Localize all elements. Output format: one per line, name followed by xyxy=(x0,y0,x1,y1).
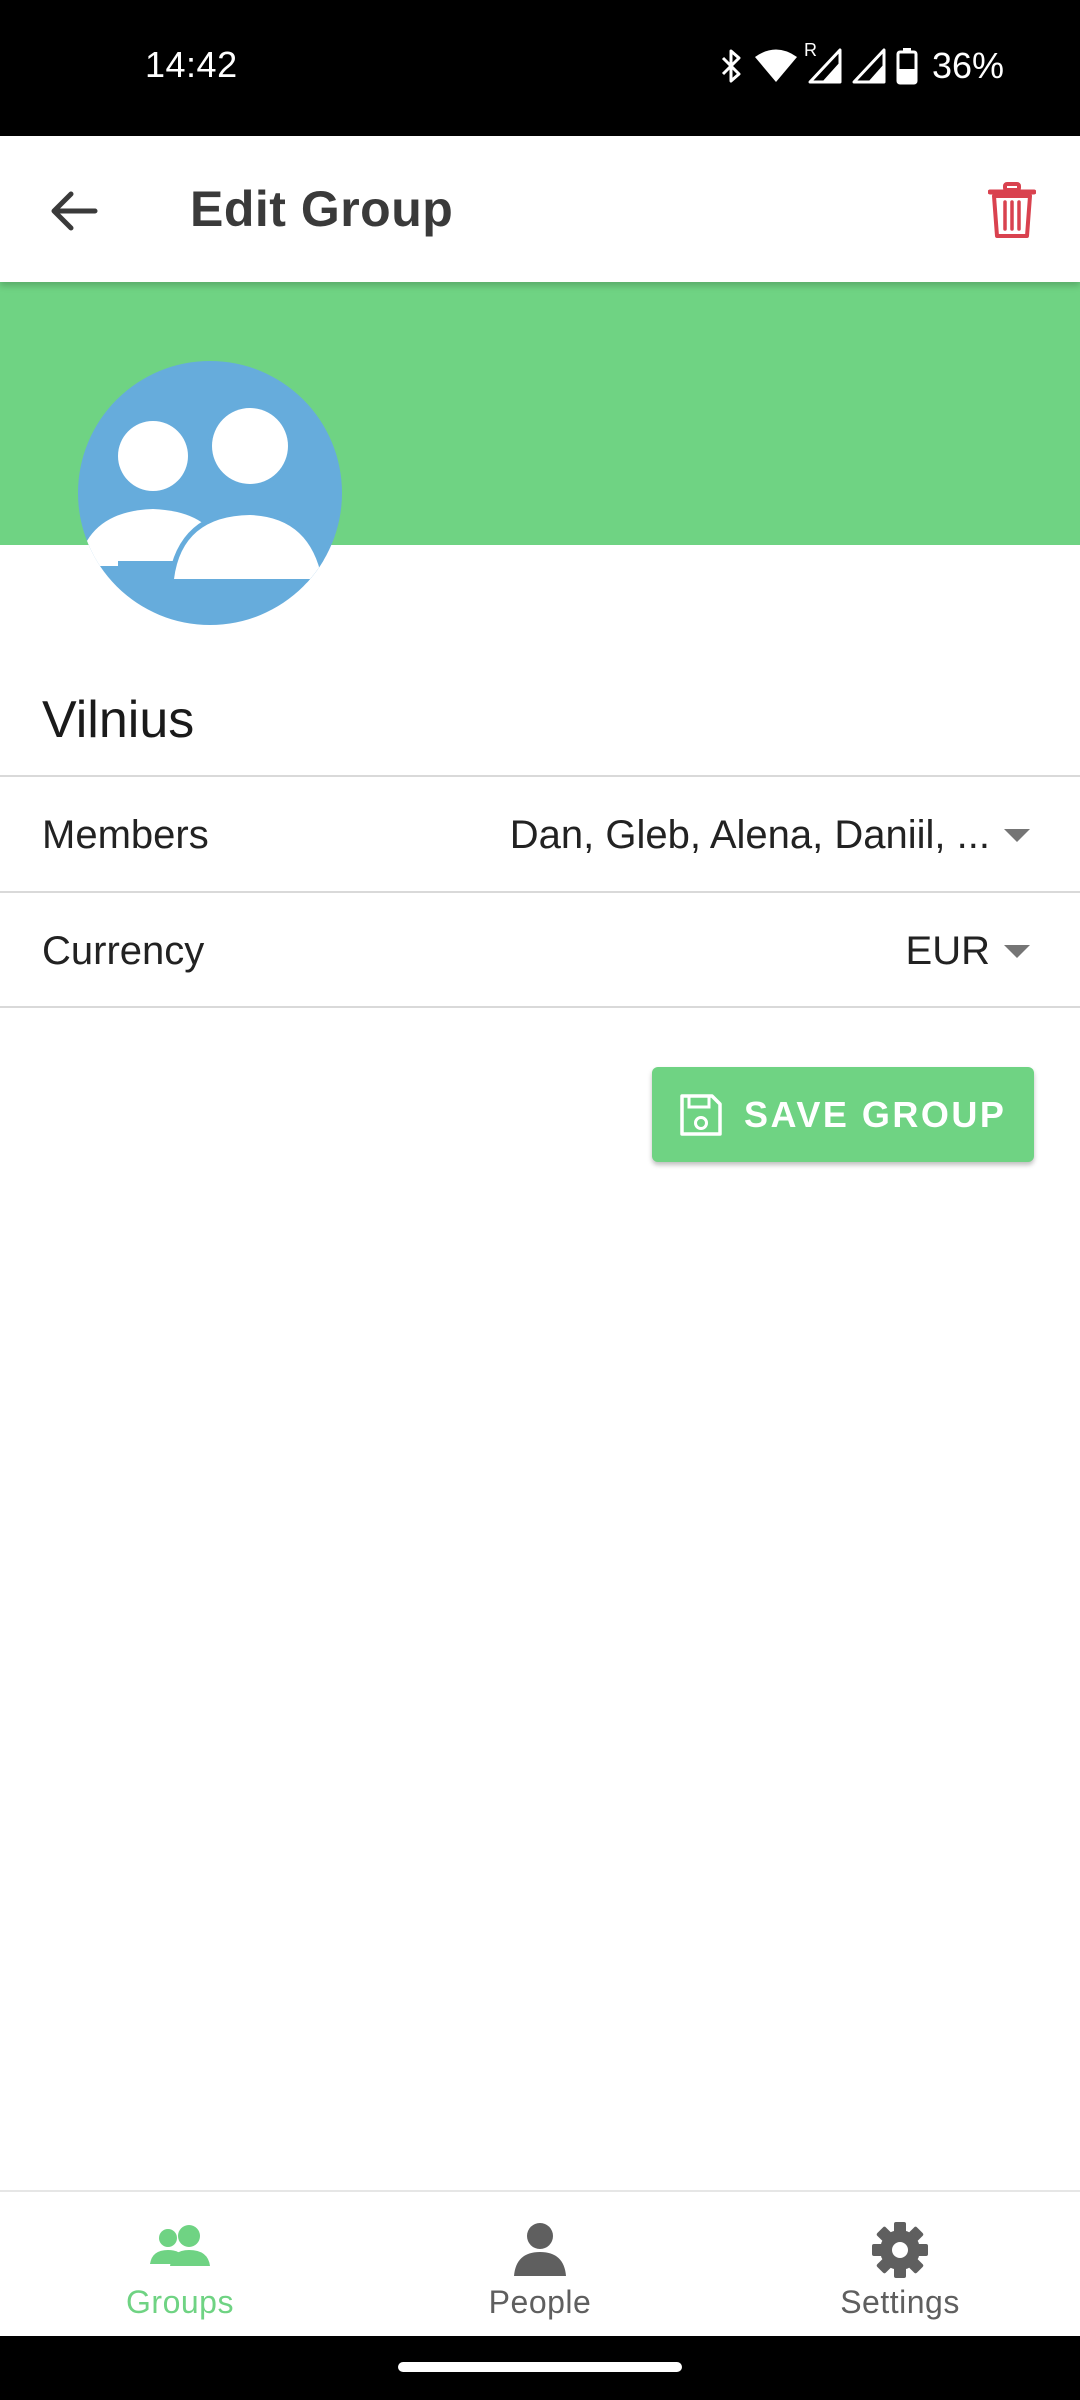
cell-signal-roaming: R xyxy=(804,40,842,84)
save-group-button[interactable]: SAVE GROUP xyxy=(652,1067,1034,1162)
nav-item-people[interactable]: People xyxy=(360,2192,720,2338)
nav-label-people: People xyxy=(488,2284,592,2320)
status-bar: 14:42 R 36% xyxy=(0,0,1080,136)
nav-label-settings: Settings xyxy=(840,2284,960,2320)
caret-down-icon xyxy=(1004,829,1030,842)
group-avatar[interactable] xyxy=(78,361,342,625)
bluetooth-icon xyxy=(721,49,741,83)
battery-percent: 36% xyxy=(931,45,1004,86)
group-name-field[interactable]: Vilnius xyxy=(42,690,194,750)
status-time: 14:42 xyxy=(145,44,238,85)
caret-down-icon xyxy=(1004,945,1030,958)
groups-icon xyxy=(150,2225,210,2266)
nav-item-settings[interactable]: Settings xyxy=(720,2192,1080,2338)
gear-icon xyxy=(872,2222,928,2278)
currency-label: Currency xyxy=(42,929,205,973)
delete-group-button[interactable] xyxy=(974,173,1050,249)
trash-icon xyxy=(988,182,1036,238)
status-icons: R 36% xyxy=(718,40,1004,88)
back-button[interactable] xyxy=(36,173,112,249)
person-icon xyxy=(514,2223,566,2276)
cell-signal-icon xyxy=(852,48,886,84)
system-gesture-area xyxy=(0,2336,1080,2400)
members-dropdown[interactable]: Members Dan, Gleb, Alena, Daniil, ... xyxy=(0,777,1080,891)
nav-item-groups[interactable]: Groups xyxy=(0,2192,360,2338)
save-group-label: SAVE GROUP xyxy=(744,1093,1007,1135)
group-avatar-icon xyxy=(78,404,328,583)
home-gesture-handle[interactable] xyxy=(398,2362,682,2372)
floppy-disk-icon xyxy=(680,1093,722,1136)
nav-label-groups: Groups xyxy=(126,2284,234,2320)
members-label: Members xyxy=(42,813,209,857)
currency-value: EUR xyxy=(905,929,990,973)
arrow-left-icon xyxy=(51,191,98,231)
currency-dropdown[interactable]: Currency EUR xyxy=(0,893,1080,1007)
bottom-navigation: Groups People Settings xyxy=(0,2190,1080,2336)
divider xyxy=(0,1006,1080,1008)
battery-icon xyxy=(896,48,918,85)
roaming-indicator: R xyxy=(803,40,817,60)
wifi-icon xyxy=(754,49,797,82)
page-title: Edit Group xyxy=(190,181,454,237)
app-bar: Edit Group xyxy=(0,136,1080,282)
members-value: Dan, Gleb, Alena, Daniil, ... xyxy=(509,813,990,857)
